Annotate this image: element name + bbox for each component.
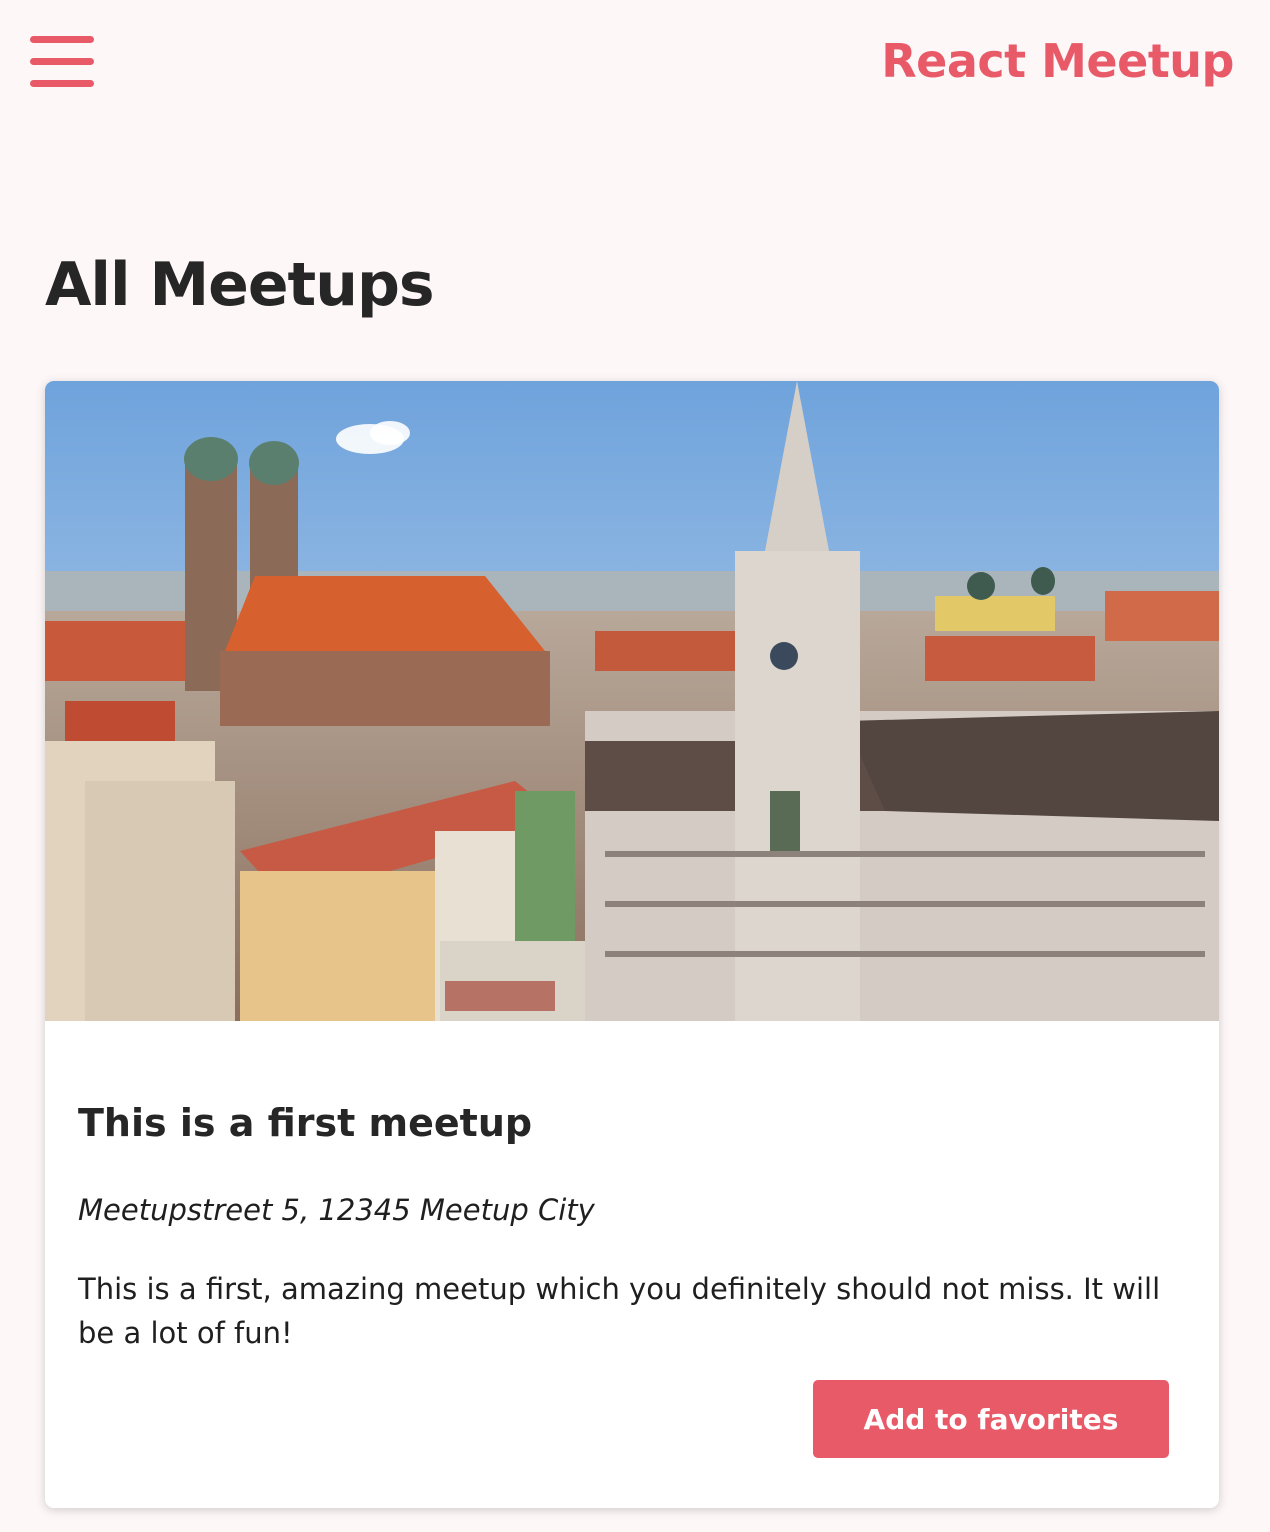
logo[interactable]: React Meetup [881, 34, 1234, 88]
meetup-card: This is a first meetup Meetupstreet 5, 1… [45, 381, 1219, 1508]
main-header: React Meetup [0, 0, 1270, 130]
hamburger-bar [30, 80, 94, 87]
hamburger-menu-icon[interactable] [30, 36, 94, 88]
page-title: All Meetups [45, 250, 435, 320]
hamburger-bar [30, 58, 94, 65]
meetup-address: Meetupstreet 5, 12345 Meetup City [78, 1193, 595, 1227]
meetup-image [45, 381, 1219, 1021]
hamburger-bar [30, 36, 94, 43]
meetup-description: This is a first, amazing meetup which yo… [78, 1272, 1161, 1350]
meetup-title: This is a first meetup [78, 1101, 533, 1145]
add-to-favorites-button[interactable]: Add to favorites [813, 1380, 1169, 1458]
